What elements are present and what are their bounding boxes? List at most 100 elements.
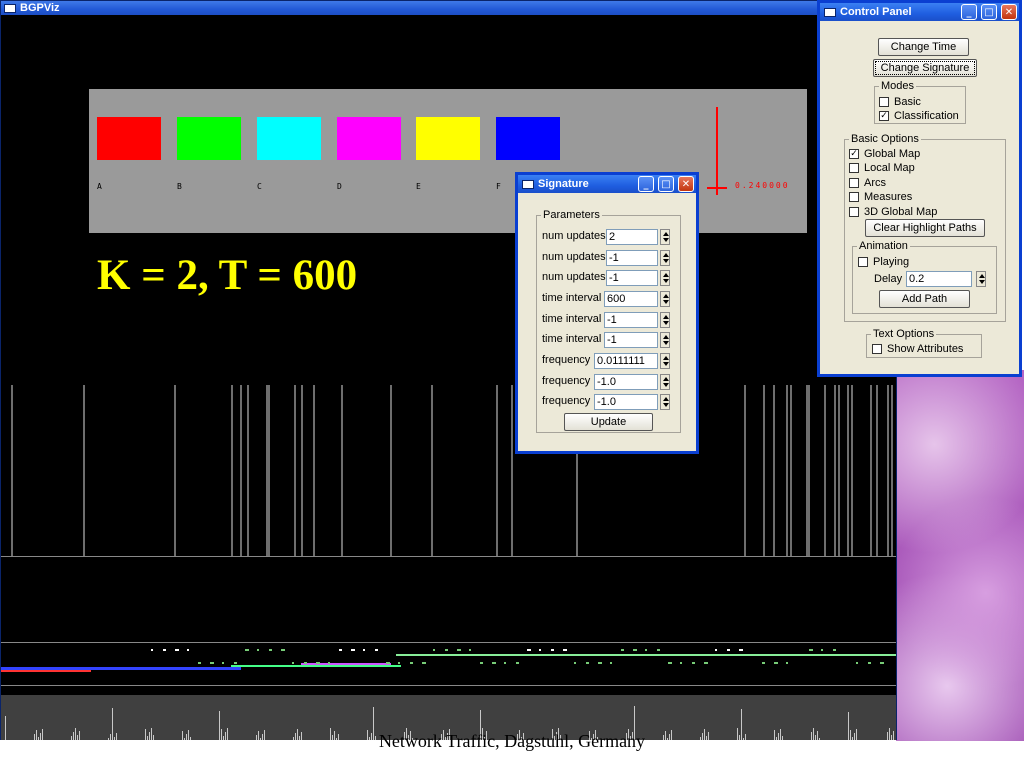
spinner-icon[interactable] <box>660 332 670 348</box>
add-path-button[interactable]: Add Path <box>879 290 970 308</box>
mode-classification-checkbox[interactable]: ✓ Classification <box>879 109 959 122</box>
legend-swatch-e <box>416 117 480 160</box>
timeline-tick <box>386 662 390 664</box>
option-global-map-checkbox[interactable]: ✓ Global Map <box>849 147 920 160</box>
maximize-icon[interactable]: □ <box>658 176 674 192</box>
checkbox-label: Basic <box>894 95 921 108</box>
checkbox-icon[interactable] <box>849 177 859 188</box>
timeline-tick <box>563 649 567 651</box>
timeline-tick <box>469 649 471 651</box>
clear-highlight-paths-button[interactable]: Clear Highlight Paths <box>865 219 985 237</box>
checkbox-icon[interactable] <box>849 162 859 173</box>
minimize-icon[interactable]: _ <box>961 4 977 20</box>
timeline-tick <box>410 662 413 664</box>
param-label: num updates <box>542 230 606 242</box>
playing-checkbox[interactable]: Playing <box>858 255 909 268</box>
spinner-icon[interactable] <box>660 394 670 410</box>
signature-title-bar[interactable]: Signature _ □ ✕ <box>518 175 696 193</box>
timeline-tick <box>187 649 189 651</box>
signature-title: Signature <box>538 178 589 190</box>
spinner-icon[interactable] <box>660 250 670 266</box>
change-time-button[interactable]: Change Time <box>878 38 969 56</box>
show-attributes-checkbox[interactable]: Show Attributes <box>872 342 963 355</box>
option-3d-global-map-checkbox[interactable]: 3D Global Map <box>849 205 937 218</box>
timeline-tick <box>856 662 858 664</box>
param-input[interactable]: -1 <box>606 250 658 266</box>
legend-scale-value: 0.240000 <box>735 181 790 190</box>
timeline-tick <box>257 649 259 651</box>
timeline-tick <box>151 649 153 651</box>
timeline-tick <box>422 662 426 664</box>
spinner-icon[interactable] <box>660 229 670 245</box>
timeline-tick <box>833 649 836 651</box>
timeline-tick <box>457 649 461 651</box>
param-input[interactable]: -1.0 <box>594 394 658 410</box>
mode-basic-checkbox[interactable]: Basic <box>879 95 921 108</box>
color-legend: A B C D E F 0.240000 <box>89 89 807 233</box>
timeline-tick <box>492 662 496 664</box>
main-window: BGPViz A B C D E F 0.240000 K = 2, T = 6… <box>0 0 897 740</box>
param-label: frequency <box>542 354 591 366</box>
spinner-icon[interactable] <box>660 374 670 390</box>
checkbox-icon[interactable] <box>872 343 882 354</box>
basic-options-group-title: Basic Options <box>849 133 921 145</box>
timeline-tick <box>880 662 884 664</box>
param-label: time interval <box>542 292 602 304</box>
close-icon[interactable]: ✕ <box>1001 4 1017 20</box>
option-arcs-checkbox[interactable]: Arcs <box>849 176 886 189</box>
param-label: frequency <box>542 375 591 387</box>
spinner-icon[interactable] <box>660 353 670 369</box>
spinner-icon[interactable] <box>660 312 670 328</box>
window-icon <box>824 7 836 17</box>
checkbox-icon[interactable]: ✓ <box>879 110 889 121</box>
legend-label-b: B <box>177 182 182 191</box>
checkbox-icon[interactable] <box>849 191 859 202</box>
legend-swatch-a <box>97 117 161 160</box>
legend-swatch-d <box>337 117 401 160</box>
checkbox-icon[interactable] <box>879 96 889 107</box>
checkbox-icon[interactable]: ✓ <box>849 148 859 159</box>
checkbox-icon[interactable] <box>858 256 868 267</box>
param-label: num updates <box>542 251 606 263</box>
timeline-tick <box>809 649 813 651</box>
timeline-separator <box>1 685 896 686</box>
update-button[interactable]: Update <box>564 413 653 431</box>
parameters-group-title: Parameters <box>541 209 602 221</box>
delay-input[interactable]: 0.2 <box>906 271 972 287</box>
main-title-bar[interactable]: BGPViz <box>1 1 896 15</box>
param-input[interactable]: 600 <box>604 291 658 307</box>
visualization-canvas[interactable]: A B C D E F 0.240000 K = 2, T = 600 <box>1 15 896 740</box>
option-measures-checkbox[interactable]: Measures <box>849 190 912 203</box>
timeline-tick <box>668 662 672 664</box>
legend-label-c: C <box>257 182 262 191</box>
timeline-tick <box>375 649 378 651</box>
checkbox-label: Global Map <box>864 147 921 160</box>
param-input[interactable]: -1 <box>606 270 658 286</box>
timeline-tick <box>704 662 708 664</box>
param-input[interactable]: -1 <box>604 312 658 328</box>
close-icon[interactable]: ✕ <box>678 176 694 192</box>
timeline-tick <box>621 649 624 651</box>
timeline-tick <box>316 662 320 664</box>
timeline-tick <box>328 662 330 664</box>
timeline-tick <box>198 662 201 664</box>
checkbox-label: 3D Global Map <box>864 205 938 218</box>
minimize-icon[interactable]: _ <box>638 176 654 192</box>
param-input[interactable]: -1.0 <box>594 374 658 390</box>
change-signature-button[interactable]: Change Signature <box>873 59 977 77</box>
spinner-icon[interactable] <box>660 270 670 286</box>
spinner-icon[interactable] <box>976 271 986 287</box>
spinner-icon[interactable] <box>660 291 670 307</box>
timeline-tick <box>610 662 612 664</box>
option-local-map-checkbox[interactable]: Local Map <box>849 161 915 174</box>
param-label: time interval <box>542 313 602 325</box>
timeline-segment <box>1 670 91 672</box>
timeline-tick <box>269 649 272 651</box>
param-input[interactable]: -1 <box>604 332 658 348</box>
control-panel-title-bar[interactable]: Control Panel _ □ ✕ <box>820 3 1019 21</box>
maximize-icon[interactable]: □ <box>981 4 997 20</box>
param-input[interactable]: 2 <box>606 229 658 245</box>
checkbox-icon[interactable] <box>849 206 859 217</box>
text-options-group-title: Text Options <box>871 328 937 340</box>
param-input[interactable]: 0.0111111 <box>594 353 658 369</box>
